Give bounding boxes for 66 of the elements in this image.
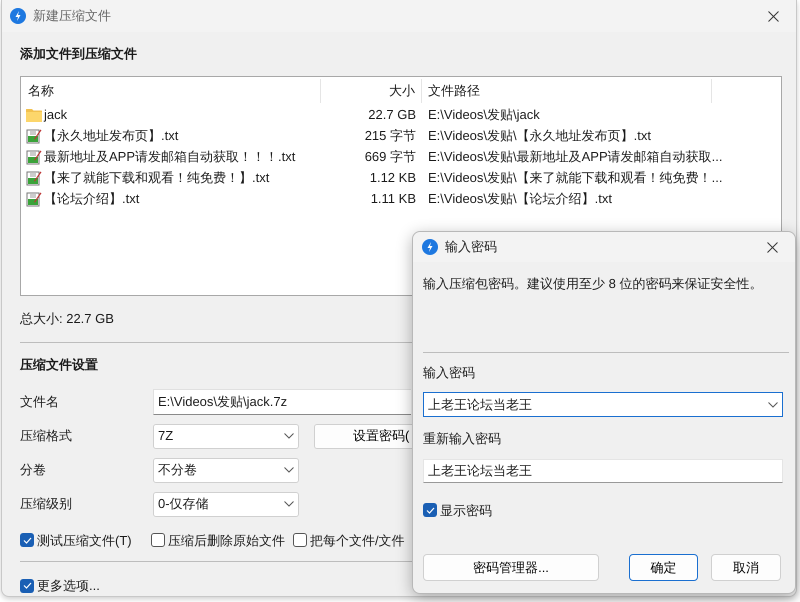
checkbox-label: 更多选项...: [37, 577, 100, 595]
column-header[interactable]: 名称: [28, 82, 54, 98]
dialog-button[interactable]: 密码管理器...: [423, 554, 599, 581]
checkbox[interactable]: [20, 578, 34, 593]
checkbox[interactable]: [293, 533, 307, 548]
folder-icon: [26, 108, 42, 122]
file-name[interactable]: 【来了就能下载和观看！纯免费！】.txt: [44, 168, 270, 188]
checkbox-label: 把每个文件/文件: [310, 532, 405, 550]
section-title: 添加文件到压缩文件: [20, 46, 137, 61]
filename-field[interactable]: E:\Videos\发贴\jack.7z: [153, 388, 411, 414]
dialog-title: 输入密码: [445, 238, 497, 256]
checkbox-label: 显示密码: [440, 502, 492, 520]
chevron-down-icon: [284, 467, 294, 473]
split-dropdown[interactable]: 不分卷: [153, 458, 299, 482]
file-size: 1.12 KB: [370, 170, 416, 186]
checkmark-icon: [426, 506, 434, 514]
file-name[interactable]: 最新地址及APP请发邮箱自动获取！！！.txt: [44, 147, 296, 167]
section-title: 压缩文件设置: [20, 357, 98, 372]
checkbox[interactable]: [423, 503, 437, 518]
file-path: E:\Videos\发贴\【永久地址发布页】.txt: [428, 128, 651, 144]
dialog-description: 输入压缩包密码。建议使用至少 8 位的密码来保证安全性。: [423, 275, 764, 293]
notepad-icon: [26, 128, 42, 144]
file-name[interactable]: 【永久地址发布页】.txt: [44, 126, 178, 146]
field-label: 分卷: [20, 461, 47, 480]
notepad-icon: [26, 191, 42, 207]
file-size: 215 字节: [364, 128, 416, 144]
total-size: 总大小: 22.7 GB: [20, 310, 114, 326]
column-header[interactable]: 文件路径: [428, 82, 480, 98]
notepad-icon: [26, 149, 42, 165]
app-icon: [422, 239, 438, 255]
chevron-down-icon: [284, 501, 294, 507]
field-label: 压缩格式: [20, 427, 73, 446]
file-path: E:\Videos\发贴\【论坛介绍】.txt: [428, 191, 612, 206]
app-icon: [10, 8, 26, 24]
set-password-button[interactable]: 设置密码(: [314, 424, 412, 448]
file-name[interactable]: 【论坛介绍】.txt: [44, 189, 140, 209]
dialog-button[interactable]: 确定: [629, 554, 698, 581]
file-size: 1.11 KB: [370, 191, 416, 206]
level-dropdown[interactable]: 0-仅存储: [153, 492, 299, 516]
chevron-down-icon: [768, 402, 778, 408]
checkmark-icon: [22, 536, 32, 544]
notepad-icon: [26, 170, 42, 186]
confirm-password-field[interactable]: 上老王论坛当老王: [423, 458, 783, 482]
close-icon: [768, 10, 778, 22]
field-label: 重新输入密码: [423, 431, 501, 446]
chevron-down-icon: [284, 433, 294, 439]
close-icon: [766, 242, 778, 252]
checkmark-icon: [22, 582, 32, 590]
dialog-button[interactable]: 取消: [711, 554, 781, 581]
file-size: 669 字节: [364, 149, 416, 164]
password-combo[interactable]: 上老王论坛当老王: [423, 392, 783, 417]
file-path: E:\Videos\发贴\jack: [428, 107, 540, 122]
checkbox[interactable]: [151, 533, 165, 548]
field-label: 文件名: [20, 392, 60, 411]
field-label: 压缩级别: [20, 495, 73, 514]
file-size: 22.7 GB: [368, 107, 416, 122]
file-path: E:\Videos\发贴\【来了就能下载和观看！纯免费！...: [428, 170, 722, 186]
checkbox-label: 压缩后删除原始文件: [168, 532, 285, 550]
file-name[interactable]: jack: [44, 105, 68, 125]
format-dropdown[interactable]: 7Z: [153, 424, 299, 448]
checkbox-label: 测试压缩文件(T): [37, 532, 132, 550]
checkbox[interactable]: [20, 533, 34, 548]
file-path: E:\Videos\发贴\最新地址及APP请发邮箱自动获取...: [428, 149, 722, 164]
field-label: 输入密码: [423, 364, 475, 380]
column-header[interactable]: 大小: [389, 82, 415, 98]
window-title: 新建压缩文件: [33, 7, 111, 26]
